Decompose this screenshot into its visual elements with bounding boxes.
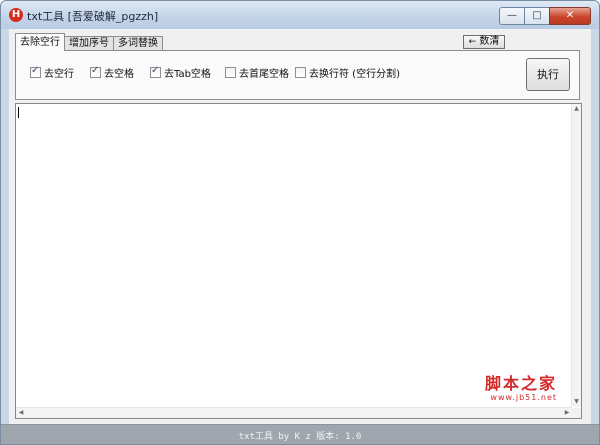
option-remove-line-breaks[interactable]: 去换行符 (空行分割) [295,65,400,80]
tab-strip: 去除空行 增加序号 多词替换 [15,33,163,51]
tab-add-numbering[interactable]: 增加序号 [64,36,114,51]
app-icon: H [9,8,23,22]
client-area: 去除空行 增加序号 多词替换 ← 数清 去空行 去空格 去Tab空格 去首 [9,29,591,436]
execute-button[interactable]: 执行 [526,58,570,91]
option-label: 去空行 [44,69,74,80]
title-bar[interactable]: H txt工具 [吾爱破解_pgzzh] — □ ✕ [1,1,599,29]
status-bar: txt工具 by K z 版本: 1.0 [1,424,599,444]
text-editor[interactable]: ▲ ▼ ◀ ▶ 脚本之家 www.jb51.net [15,103,582,419]
option-label: 去Tab空格 [164,69,211,80]
count-button[interactable]: ← 数清 [463,35,505,49]
scroll-up-icon[interactable]: ▲ [572,104,581,114]
tab-multi-replace[interactable]: 多词替换 [113,36,163,51]
scrollbar-corner [572,408,581,418]
option-remove-blank-lines[interactable]: 去空行 [30,65,74,80]
watermark: 脚本之家 www.jb51.net [485,370,557,402]
vertical-scrollbar[interactable]: ▲ ▼ [571,104,581,407]
scroll-left-icon[interactable]: ◀ [16,408,26,418]
horizontal-scrollbar[interactable]: ◀ ▶ [16,407,572,418]
scroll-right-icon[interactable]: ▶ [562,408,572,418]
close-icon: ✕ [565,10,575,21]
scroll-down-icon[interactable]: ▼ [572,397,581,407]
window-title: txt工具 [吾爱破解_pgzzh] [27,10,159,23]
options-panel: 去空行 去空格 去Tab空格 去首尾空格 去换行符 (空行分割) 执行 [15,50,580,100]
option-label: 去空格 [104,69,134,80]
option-remove-tab-spaces[interactable]: 去Tab空格 [150,65,211,80]
watermark-title: 脚本之家 [484,374,557,393]
count-button-label: 数清 [479,36,500,47]
option-label: 去换行符 (空行分割) [309,69,400,80]
maximize-button[interactable]: □ [524,7,549,25]
minimize-icon: — [507,10,517,21]
tab-remove-blank-lines[interactable]: 去除空行 [15,33,65,51]
checkbox[interactable] [30,65,41,78]
close-button[interactable]: ✕ [549,7,591,25]
checkbox[interactable] [150,65,161,78]
watermark-url: www.jb51.net [490,393,557,402]
text-caret [18,107,19,118]
option-remove-spaces[interactable]: 去空格 [90,65,134,80]
arrow-left-icon: ← [468,37,477,47]
checkbox[interactable] [295,67,306,78]
option-label: 去首尾空格 [239,69,289,80]
status-text: txt工具 by K z 版本: 1.0 [238,432,362,442]
option-trim-spaces[interactable]: 去首尾空格 [225,65,289,80]
minimize-button[interactable]: — [499,7,524,25]
checkbox[interactable] [90,65,101,78]
checkbox[interactable] [225,67,236,78]
maximize-icon: □ [532,10,542,21]
app-window: H txt工具 [吾爱破解_pgzzh] — □ ✕ 去除空行 增加序号 多词替… [0,0,600,445]
window-controls: — □ ✕ [499,7,591,25]
